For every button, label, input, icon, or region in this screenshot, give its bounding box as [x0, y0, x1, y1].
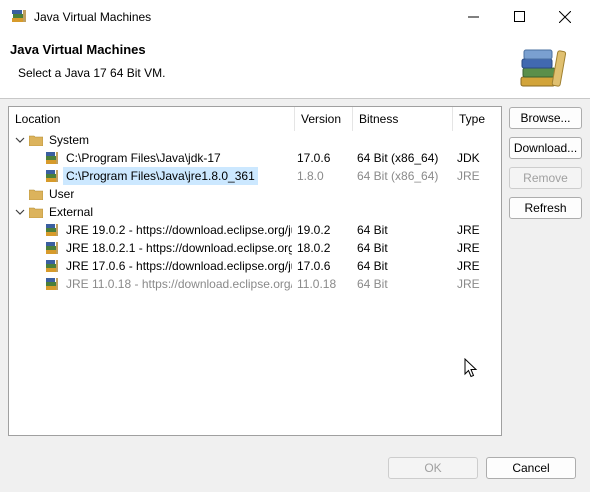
- jvm-bitness: 64 Bit (x86_64): [357, 151, 439, 165]
- jvm-location: JRE 11.0.18 - https://download.eclipse.o…: [66, 277, 292, 291]
- java-books-icon: [46, 278, 58, 290]
- jvm-type: JRE: [457, 223, 480, 237]
- java-books-icon: [46, 224, 58, 236]
- jvm-version: 18.0.2: [297, 241, 331, 255]
- jvm-version: 11.0.18: [297, 277, 337, 291]
- refresh-button[interactable]: Refresh: [509, 197, 582, 219]
- jvm-tree-table[interactable]: Location Version Bitness Type System C:\…: [8, 106, 502, 436]
- close-icon: [559, 10, 571, 23]
- column-header-type[interactable]: Type: [453, 107, 501, 131]
- folder-icon: [29, 135, 43, 146]
- jvm-location: JRE 19.0.2 - https://download.eclipse.or…: [66, 223, 292, 237]
- jvm-bitness: 64 Bit: [357, 259, 388, 273]
- jvm-version: 17.0.6: [297, 259, 331, 273]
- java-books-icon: [46, 242, 58, 254]
- jvm-type: JRE: [457, 241, 480, 255]
- java-books-icon: [46, 152, 58, 164]
- table-row-selected[interactable]: C:\Program Files\Java\jre1.8.0_361 1.8.0…: [9, 167, 501, 185]
- table-row[interactable]: JRE 17.0.6 - https://download.eclipse.or…: [9, 257, 501, 275]
- cancel-button[interactable]: Cancel: [486, 457, 576, 479]
- table-row[interactable]: JRE 19.0.2 - https://download.eclipse.or…: [9, 221, 501, 239]
- browse-button[interactable]: Browse...: [509, 107, 582, 129]
- title-bar: Java Virtual Machines: [0, 0, 590, 33]
- jvm-location: C:\Program Files\Java\jre1.8.0_361: [63, 167, 258, 185]
- group-label: User: [49, 187, 75, 201]
- jvm-type: JRE: [457, 277, 480, 291]
- column-header-version[interactable]: Version: [295, 107, 353, 131]
- jvm-type: JDK: [457, 151, 480, 165]
- mouse-cursor-icon: [464, 358, 478, 378]
- chevron-down-icon[interactable]: [15, 207, 25, 217]
- jvm-location: JRE 17.0.6 - https://download.eclipse.or…: [66, 259, 292, 273]
- column-header-location[interactable]: Location: [9, 107, 295, 131]
- folder-icon: [29, 189, 43, 200]
- minimize-button[interactable]: [450, 0, 496, 33]
- close-button[interactable]: [542, 0, 588, 33]
- group-label: External: [49, 205, 94, 219]
- table-row[interactable]: JRE 18.0.2.1 - https://download.eclipse.…: [9, 239, 501, 257]
- table-header: Location Version Bitness Type: [9, 107, 501, 131]
- tree-group-system[interactable]: System: [9, 131, 501, 149]
- column-header-bitness[interactable]: Bitness: [353, 107, 453, 131]
- jvm-type: JRE: [457, 169, 480, 183]
- dialog-title: Java Virtual Machines: [10, 42, 146, 57]
- table-row[interactable]: C:\Program Files\Java\jdk-17 17.0.6 64 B…: [9, 149, 501, 167]
- window-title: Java Virtual Machines: [34, 10, 152, 24]
- jvm-type: JRE: [457, 259, 480, 273]
- dialog-header: Java Virtual Machines Select a Java 17 6…: [0, 33, 590, 99]
- dialog-subtitle: Select a Java 17 64 Bit VM.: [18, 66, 166, 80]
- group-label: System: [49, 133, 90, 147]
- remove-button[interactable]: Remove: [509, 167, 582, 189]
- jvm-version: 1.8.0: [297, 169, 324, 183]
- jvm-bitness: 64 Bit: [357, 223, 388, 237]
- jvm-location: JRE 18.0.2.1 - https://download.eclipse.…: [66, 241, 292, 255]
- tree-group-external[interactable]: External: [9, 203, 501, 221]
- ok-button[interactable]: OK: [388, 457, 478, 479]
- java-books-banner-icon: [520, 49, 567, 87]
- jvm-version: 19.0.2: [297, 223, 331, 237]
- java-books-icon: [12, 10, 26, 22]
- jvm-bitness: 64 Bit: [357, 277, 388, 291]
- folder-icon: [29, 207, 43, 218]
- chevron-down-icon[interactable]: [15, 135, 25, 145]
- minimize-icon: [467, 16, 479, 18]
- java-books-icon: [46, 170, 58, 182]
- jvm-bitness: 64 Bit (x86_64): [357, 169, 439, 183]
- tree-group-user[interactable]: User: [9, 185, 501, 203]
- maximize-button[interactable]: [496, 0, 542, 33]
- jvm-bitness: 64 Bit: [357, 241, 388, 255]
- jvm-location: C:\Program Files\Java\jdk-17: [66, 151, 221, 165]
- table-row[interactable]: JRE 11.0.18 - https://download.eclipse.o…: [9, 275, 501, 293]
- maximize-icon: [513, 11, 525, 22]
- download-button[interactable]: Download...: [509, 137, 582, 159]
- jvm-version: 17.0.6: [297, 151, 331, 165]
- java-books-icon: [46, 260, 58, 272]
